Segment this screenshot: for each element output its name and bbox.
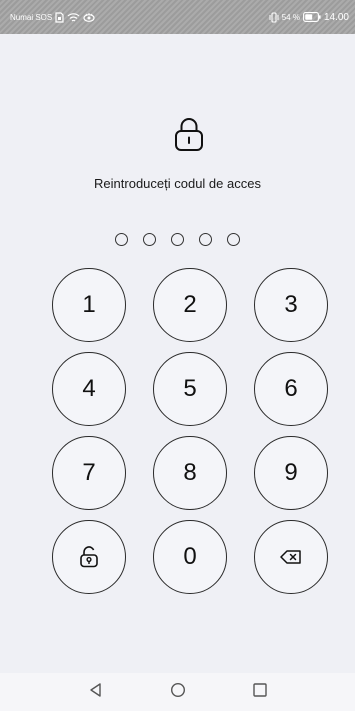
battery-percent: 54 % (281, 12, 300, 22)
key-2[interactable]: 2 (153, 268, 227, 342)
backspace-icon (280, 550, 302, 564)
pin-dot (199, 233, 212, 246)
pin-dot (143, 233, 156, 246)
back-icon (88, 682, 104, 703)
eye-comfort-icon (83, 12, 95, 23)
sim-icon (55, 11, 64, 23)
key-0[interactable]: 0 (153, 520, 227, 594)
key-4[interactable]: 4 (52, 352, 126, 426)
clock: 14.00 (323, 11, 349, 23)
status-left: Numai SOS (10, 11, 95, 23)
lock-screen: Numai SOS 54 % 14.00 Reintroduceți codul… (0, 0, 355, 711)
emergency-unlock-button[interactable] (52, 520, 126, 594)
home-icon (170, 682, 186, 703)
pin-dot (227, 233, 240, 246)
pin-indicator (0, 233, 355, 246)
key-3[interactable]: 3 (254, 268, 328, 342)
passcode-prompt: Reintroduceți codul de acces (94, 176, 261, 191)
recents-button[interactable] (248, 680, 272, 704)
back-button[interactable] (84, 680, 108, 704)
wifi-icon (67, 12, 80, 23)
status-bar: Numai SOS 54 % 14.00 (0, 0, 355, 34)
key-8[interactable]: 8 (153, 436, 227, 510)
key-5[interactable]: 5 (153, 352, 227, 426)
key-9[interactable]: 9 (254, 436, 328, 510)
home-button[interactable] (166, 680, 190, 704)
key-6[interactable]: 6 (254, 352, 328, 426)
pin-dot (171, 233, 184, 246)
status-right: 54 % 14.00 (269, 12, 349, 23)
delete-button[interactable] (254, 520, 328, 594)
pin-dot (115, 233, 128, 246)
battery-icon (303, 12, 321, 22)
carrier-text: Numai SOS (10, 12, 53, 22)
vibrate-icon (269, 11, 279, 23)
recents-icon (252, 682, 268, 703)
key-7[interactable]: 7 (52, 436, 126, 510)
unlock-key-icon (79, 546, 99, 568)
padlock-icon (172, 116, 206, 152)
navigation-bar (0, 673, 355, 711)
key-1[interactable]: 1 (52, 268, 126, 342)
